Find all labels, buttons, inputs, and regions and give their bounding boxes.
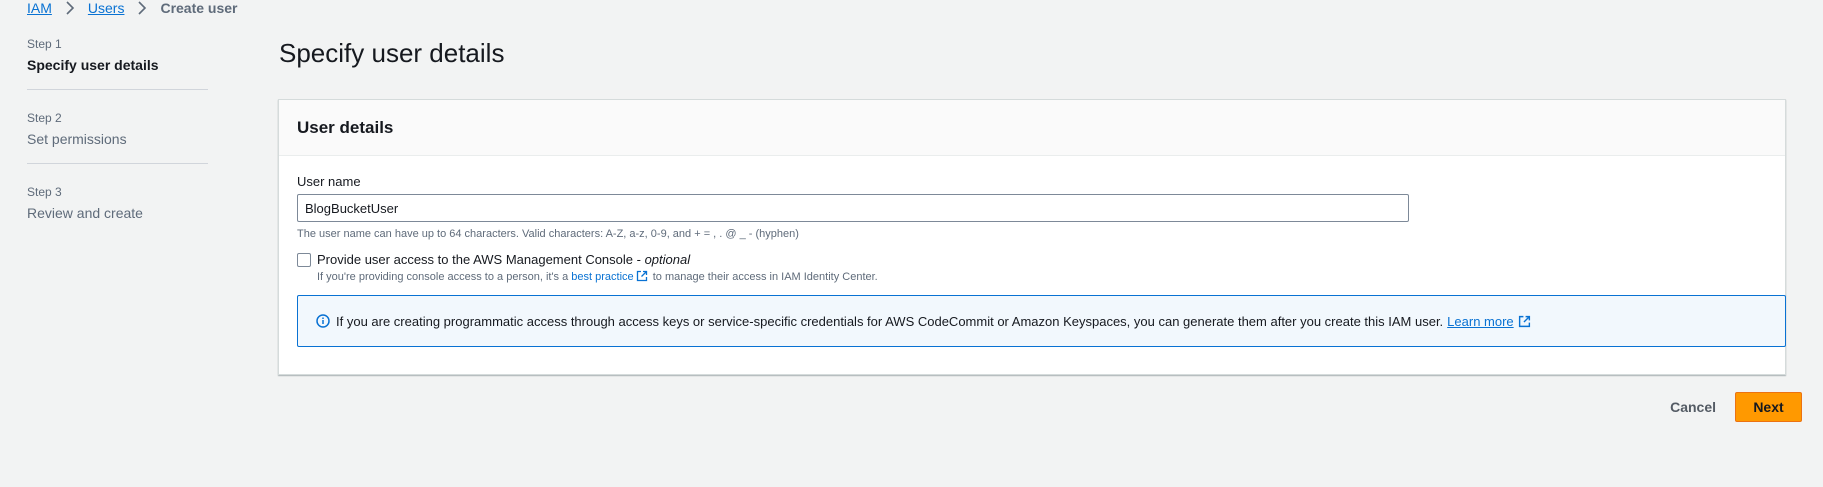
breadcrumb: IAM Users Create user	[27, 0, 238, 16]
step-number: Step 3	[27, 185, 62, 199]
info-alert-text: If you are creating programmatic access …	[336, 313, 1444, 329]
username-input[interactable]	[297, 194, 1409, 222]
step-title: Specify user details	[27, 57, 159, 73]
chevron-right-icon	[62, 0, 78, 16]
container-header: User details	[279, 100, 1785, 156]
wizard-step-1: Step 1 Specify user details	[27, 36, 208, 90]
wizard-step-3: Step 3 Review and create	[27, 184, 208, 237]
external-link-icon	[1518, 315, 1530, 327]
wizard-steps: Step 1 Specify user details Step 2 Set p…	[27, 36, 208, 257]
external-link-icon	[636, 270, 647, 282]
console-access-label-text: Provide user access to the AWS Managemen…	[317, 252, 641, 267]
info-icon	[316, 314, 330, 328]
console-access-description: If you're providing console access to a …	[317, 270, 878, 284]
console-desc-before: If you're providing console access to a …	[317, 271, 569, 283]
console-access-checkbox[interactable]	[297, 253, 311, 267]
container-body: User name The user name can have up to 6…	[279, 156, 1786, 364]
optional-tag: optional	[644, 252, 691, 267]
cancel-button[interactable]: Cancel	[1651, 392, 1735, 422]
console-access-option: Provide user access to the AWS Managemen…	[297, 251, 1767, 284]
username-label: User name	[297, 174, 361, 189]
learn-more-link-text: Learn more	[1447, 313, 1514, 329]
breadcrumb-current: Create user	[160, 0, 238, 16]
step-number: Step 2	[27, 111, 62, 125]
info-alert: If you are creating programmatic access …	[297, 295, 1786, 347]
username-constraint: The user name can have up to 64 characte…	[297, 228, 799, 240]
learn-more-link[interactable]: Learn more	[1447, 314, 1513, 329]
user-details-container: User details User name The user name can…	[278, 99, 1786, 375]
page-title: Specify user details	[279, 38, 505, 68]
best-practice-link[interactable]: best practice	[571, 270, 649, 283]
step-number: Step 1	[27, 37, 62, 51]
breadcrumb-iam-link[interactable]: IAM	[27, 0, 52, 16]
breadcrumb-users-link[interactable]: Users	[88, 0, 125, 16]
wizard-actions: Cancel Next	[1651, 392, 1802, 422]
best-practice-link-text: best practice	[571, 271, 634, 283]
console-desc-after: to manage their access in IAM Identity C…	[652, 271, 878, 283]
wizard-step-2: Step 2 Set permissions	[27, 110, 208, 164]
step-title: Set permissions	[27, 131, 127, 147]
chevron-right-icon	[134, 0, 150, 16]
container-title: User details	[297, 118, 394, 137]
console-access-label[interactable]: Provide user access to the AWS Managemen…	[317, 251, 878, 269]
next-button[interactable]: Next	[1735, 392, 1802, 422]
step-title: Review and create	[27, 205, 143, 221]
